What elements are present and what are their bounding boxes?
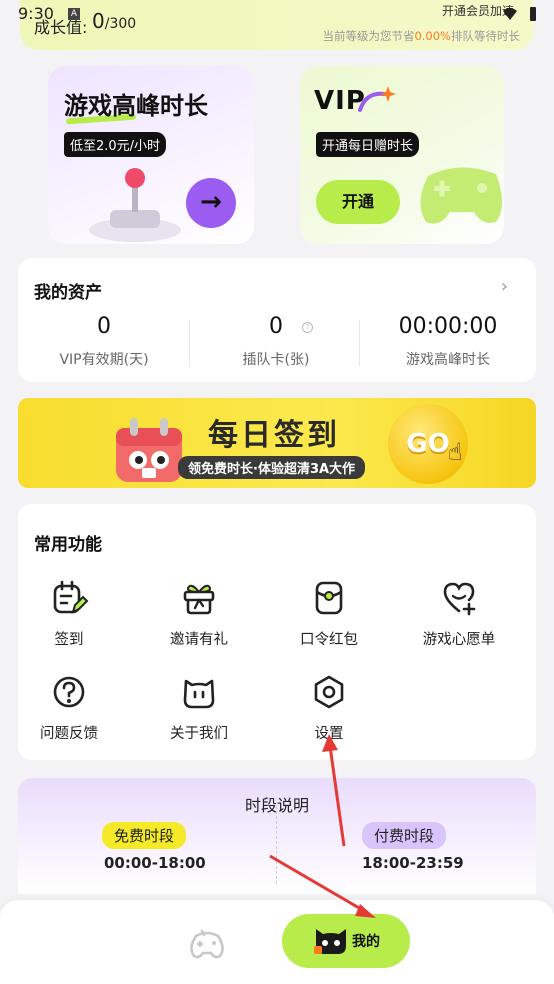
function-invite-label: 邀请有礼 — [170, 632, 228, 648]
cat-face-icon — [183, 679, 215, 709]
paid-period-tag: 付费时段 — [362, 822, 447, 849]
pointing-hand-icon: ☝ — [448, 438, 463, 466]
function-about[interactable]: 关于我们 — [144, 672, 254, 743]
gamepad-illustration-icon — [420, 167, 502, 224]
queue-card-stat[interactable]: 0 插队卡(张) — [190, 314, 362, 369]
free-period-tag: 免费时段 — [102, 822, 187, 849]
vip-validity-stat[interactable]: 0 VIP有效期(天) — [18, 314, 190, 369]
cat-mascot-icon — [314, 929, 346, 954]
common-functions-card: 常用功能 签到 邀请有礼 口令红包 游戏心愿单 问题反馈 关于我们 设置 — [18, 504, 536, 760]
divider — [276, 806, 277, 884]
level-savings-note: 当前等级为您节省0.00%排队等待时长 — [322, 29, 520, 43]
function-feedback[interactable]: 问题反馈 — [14, 672, 124, 743]
function-wishlist-label: 游戏心愿单 — [422, 632, 496, 648]
vip-daily-gift-tag: 开通每日赠时长 — [316, 132, 420, 157]
peak-time-title: 游戏高峰时长 — [64, 92, 208, 120]
bottom-navigation: 我的 — [0, 900, 554, 984]
heart-plus-icon — [443, 582, 476, 616]
red-packet-icon — [315, 581, 343, 615]
status-bar: 9:30 A — [0, 0, 554, 30]
function-signin-label: 签到 — [54, 632, 84, 648]
function-about-label: 关于我们 — [170, 726, 228, 742]
signin-title: 每日签到 — [208, 418, 340, 453]
queue-card-label: 插队卡(张) — [242, 352, 310, 368]
daily-signin-banner[interactable]: 每日签到 领免费时长·体验超清3A大作 GO ☝ — [18, 398, 536, 488]
notification-a-icon: A — [68, 8, 80, 20]
function-signin[interactable]: 签到 — [14, 578, 124, 649]
function-red-packet-label: 口令红包 — [300, 632, 358, 648]
settings-hexagon-icon — [314, 675, 344, 709]
function-feedback-label: 问题反馈 — [40, 726, 98, 742]
free-period-range: 00:00-18:00 — [104, 854, 206, 872]
queue-card-value: 0 — [269, 314, 283, 339]
function-settings[interactable]: 设置 — [274, 672, 384, 743]
peak-time-stat[interactable]: 00:00:00 游戏高峰时长 — [362, 314, 534, 369]
vip-validity-value: 0 — [97, 314, 111, 339]
peak-time-promo-card[interactable]: 游戏高峰时长 低至2.0元/小时 → — [48, 66, 254, 244]
function-settings-label: 设置 — [314, 726, 344, 742]
vip-open-button[interactable]: 开通 — [316, 180, 400, 224]
vip-promo-card[interactable]: VIP 开通每日赠时长 开通 — [300, 66, 504, 244]
function-invite[interactable]: 邀请有礼 — [144, 578, 254, 649]
peak-time-value: 00:00:00 — [398, 314, 498, 339]
chevron-right-icon[interactable]: › — [501, 276, 508, 297]
battery-icon — [530, 7, 536, 21]
gift-icon — [183, 584, 215, 615]
paid-period-range: 18:00-23:59 — [362, 854, 464, 872]
functions-title: 常用功能 — [34, 535, 102, 555]
joystick-icon — [89, 168, 181, 242]
assets-title: 我的资产 — [34, 283, 102, 303]
time-period-info: 时段说明 免费时段 00:00-18:00 付费时段 18:00-23:59 — [18, 778, 536, 894]
divider — [359, 320, 360, 366]
peak-time-arrow-button[interactable]: → — [186, 178, 236, 228]
tab-mine[interactable]: 我的 — [282, 914, 410, 968]
vip-validity-label: VIP有效期(天) — [59, 352, 149, 368]
function-wishlist[interactable]: 游戏心愿单 — [404, 578, 514, 649]
gamepad-icon[interactable] — [188, 926, 226, 960]
question-icon — [53, 676, 85, 708]
peak-time-label: 游戏高峰时长 — [406, 352, 490, 368]
signin-subtitle: 领免费时长·体验超清3A大作 — [178, 456, 366, 479]
wifi-icon — [503, 8, 518, 20]
peak-time-price-tag: 低至2.0元/小时 — [64, 132, 167, 157]
sparkle-icon — [358, 86, 396, 112]
info-icon[interactable]: ? — [302, 322, 313, 333]
status-icons — [502, 6, 538, 22]
function-red-packet[interactable]: 口令红包 — [274, 578, 384, 649]
calendar-edit-icon — [53, 580, 89, 614]
my-assets-card: 我的资产 › 0 VIP有效期(天) 0 插队卡(张) ? 00:00:00 游… — [18, 258, 536, 382]
status-time: 9:30 — [18, 4, 54, 23]
time-period-title: 时段说明 — [244, 796, 309, 815]
tab-mine-label: 我的 — [352, 934, 380, 950]
